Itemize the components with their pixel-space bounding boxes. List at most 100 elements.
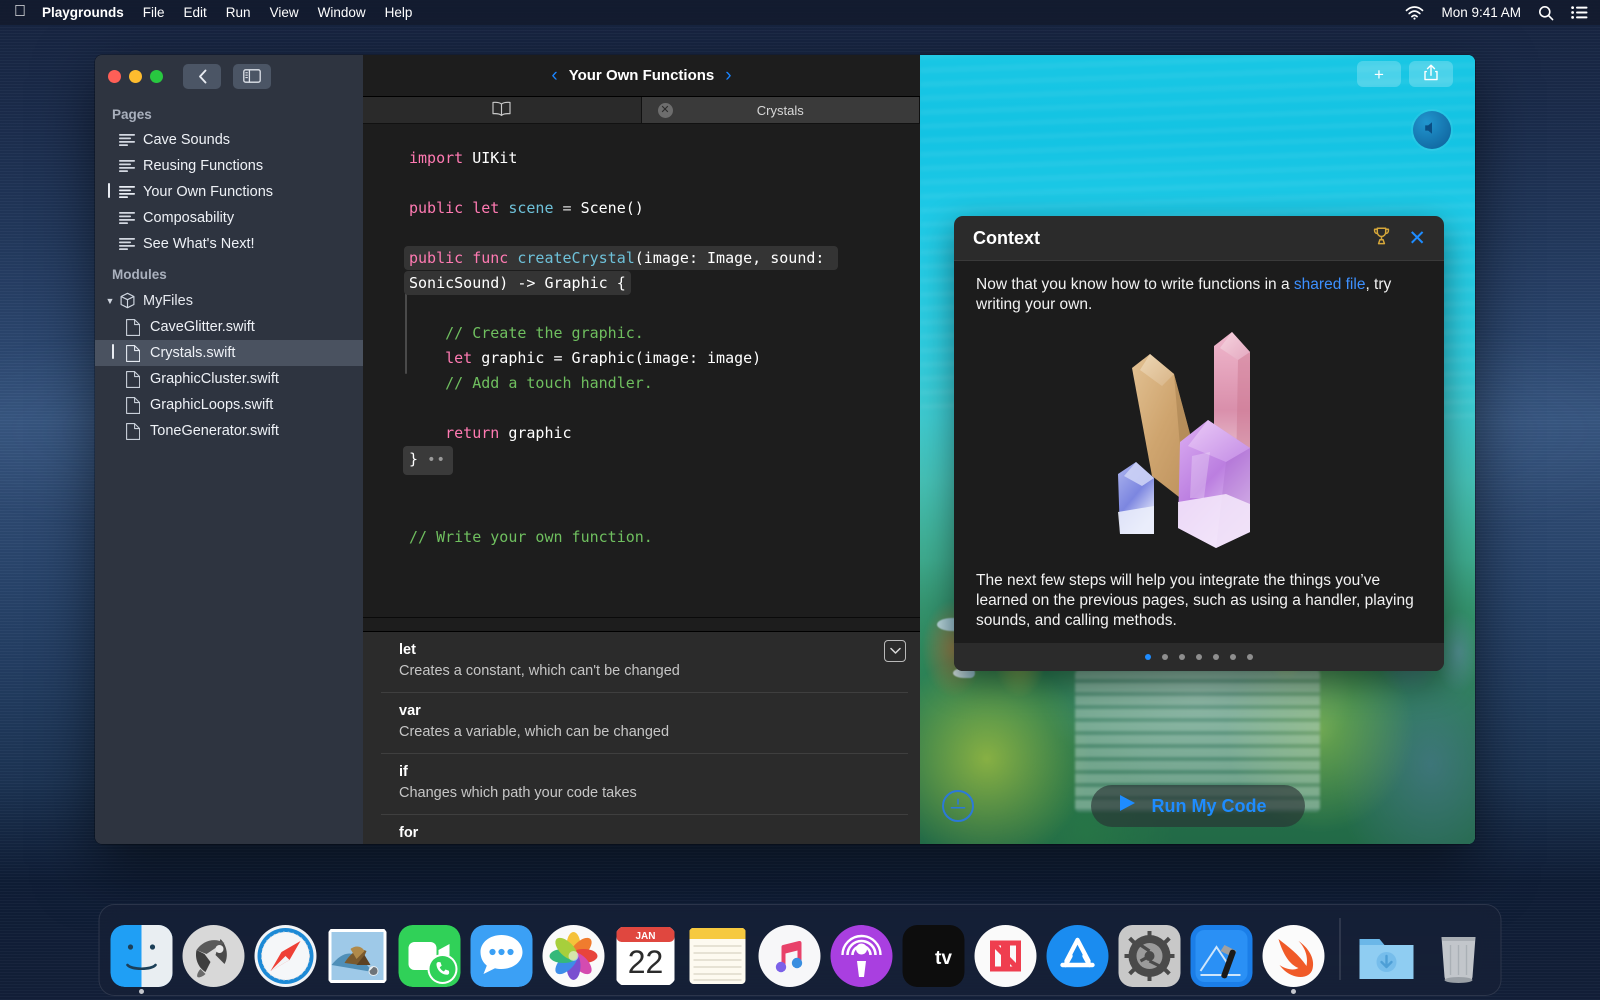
sidebar-page-cave-sounds[interactable]: Cave Sounds (95, 127, 363, 153)
dock-item-launchpad[interactable] (182, 923, 246, 987)
itunes-icon (759, 925, 821, 987)
dock-item-news[interactable] (974, 923, 1038, 987)
page-dot-5[interactable] (1213, 654, 1219, 660)
menu-item-view[interactable]: View (270, 5, 299, 20)
page-dot-2[interactable] (1162, 654, 1168, 660)
helper-collapse-button[interactable] (884, 640, 906, 662)
sidebar-toggle-button[interactable] (233, 64, 271, 89)
zoom-window-button[interactable] (150, 70, 163, 83)
editor-tab-bar: ✕ Crystals (363, 97, 920, 124)
svg-text::  (915, 945, 931, 969)
dock-item-itunes[interactable] (758, 923, 822, 987)
dock-item-app-store[interactable] (1046, 923, 1110, 987)
keyword-description: Changes which path your code takes (399, 783, 878, 804)
dock-item-podcasts[interactable] (830, 923, 894, 987)
sidebar-file-graphicloops[interactable]: GraphicLoops.swift (95, 392, 363, 418)
dock-item-downloads-folder[interactable] (1355, 923, 1419, 987)
speedometer-icon (949, 795, 967, 818)
playgrounds-window: Pages Cave Sounds Reusing Functions (95, 55, 1475, 844)
code-return-graphic: graphic (499, 424, 571, 442)
module-group-label: MyFiles (143, 293, 193, 309)
dock-item-swift-playgrounds[interactable] (1262, 923, 1326, 987)
keyword-list[interactable]: let Creates a constant, which can't be c… (363, 632, 920, 844)
sidebar-page-composability[interactable]: Composability (95, 205, 363, 231)
dock-item-trash[interactable] (1427, 923, 1491, 987)
code-kw-return: return (445, 424, 499, 442)
sidebar-page-label: Composability (143, 210, 234, 226)
chevron-right-icon[interactable]: › (725, 66, 731, 85)
keyword-item-for[interactable]: for Repeats code a given number of times (381, 815, 908, 844)
run-my-code-button[interactable]: Run My Code (1091, 785, 1305, 827)
trophy-icon[interactable] (1373, 227, 1390, 250)
helper-resize-grip[interactable] (363, 618, 920, 632)
dock-item-photos[interactable] (542, 923, 606, 987)
sidebar-file-graphiccluster[interactable]: GraphicCluster.swift (95, 366, 363, 392)
source-code[interactable]: import UIKit public let scene = Scene() … (363, 146, 920, 550)
menu-item-run[interactable]: Run (226, 5, 251, 20)
dock-item-safari[interactable] (254, 923, 318, 987)
sidebar-file-crystals[interactable]: Crystals.swift (95, 340, 363, 366)
keyword-item-var[interactable]: var Creates a variable, which can be cha… (381, 693, 908, 754)
share-button[interactable] (1409, 61, 1453, 87)
disclosure-triangle-icon[interactable]: ▼ (103, 296, 117, 306)
dock-item-notes[interactable] (686, 923, 750, 987)
keyword-description: Creates a constant, which can't be chang… (399, 661, 878, 682)
page-dot-4[interactable] (1196, 654, 1202, 660)
crystal-blue (1118, 462, 1154, 534)
share-icon (1424, 64, 1438, 84)
code-op-eq: = (563, 199, 572, 217)
wifi-icon[interactable] (1405, 6, 1424, 20)
tab-label: Crystals (757, 103, 804, 118)
spotlight-search-icon[interactable] (1538, 5, 1554, 21)
speed-gauge-button[interactable] (942, 790, 974, 822)
tab-crystals[interactable]: ✕ Crystals (642, 97, 921, 123)
sidebar-file-caveglitter[interactable]: CaveGlitter.swift (95, 314, 363, 340)
page-dot-6[interactable] (1230, 654, 1236, 660)
menu-item-help[interactable]: Help (385, 5, 413, 20)
menu-bar-clock[interactable]: Mon 9:41 AM (1441, 5, 1521, 20)
keyword-item-let[interactable]: let Creates a constant, which can't be c… (381, 632, 908, 693)
chevron-left-icon[interactable]: ‹ (551, 66, 557, 85)
module-group-myfiles[interactable]: ▼ MyFiles (95, 287, 363, 314)
tab-documentation[interactable] (363, 97, 642, 123)
sidebar-page-label: See What's Next! (143, 236, 255, 252)
editor-page-header: ‹ Your Own Functions › (363, 55, 920, 97)
close-window-button[interactable] (108, 70, 121, 83)
add-button[interactable]: + (1357, 61, 1401, 87)
audio-toggle-button[interactable] (1413, 111, 1451, 149)
menu-item-window[interactable]: Window (318, 5, 366, 20)
dock-item-apple-tv[interactable]:  tv (902, 923, 966, 987)
context-text-a: Now that you know how to write functions… (976, 276, 1294, 293)
page-title: Your Own Functions (569, 67, 715, 84)
menu-item-edit[interactable]: Edit (184, 5, 207, 20)
dock-item-xcode[interactable] (1190, 923, 1254, 987)
page-dot-7[interactable] (1247, 654, 1253, 660)
shared-file-link[interactable]: shared file (1294, 276, 1366, 293)
close-tab-icon[interactable]: ✕ (658, 103, 673, 118)
dock-item-messages[interactable] (470, 923, 534, 987)
sidebar-file-tonegenerator[interactable]: ToneGenerator.swift (95, 418, 363, 444)
dock-item-finder[interactable] (110, 923, 174, 987)
close-icon[interactable]: ✕ (1408, 228, 1426, 249)
back-button[interactable] (183, 64, 221, 89)
minimize-window-button[interactable] (129, 70, 142, 83)
keyword-item-if[interactable]: if Changes which path your code takes (381, 754, 908, 815)
dock-item-mail[interactable] (326, 923, 390, 987)
sidebar-page-reusing-functions[interactable]: Reusing Functions (95, 153, 363, 179)
sidebar-page-your-own-functions[interactable]: Your Own Functions (95, 179, 363, 205)
context-paragraph-top: Now that you know how to write functions… (976, 275, 1422, 315)
page-dot-3[interactable] (1179, 654, 1185, 660)
menu-item-file[interactable]: File (143, 5, 165, 20)
menu-item-playgrounds[interactable]: Playgrounds (42, 5, 124, 20)
dock-item-facetime[interactable] (398, 923, 462, 987)
dock-item-calendar[interactable]: JAN 22 (614, 923, 678, 987)
control-center-icon[interactable] (1571, 6, 1588, 19)
code-fold-brace[interactable]: } •• (403, 446, 453, 475)
sidebar-file-label: CaveGlitter.swift (150, 319, 255, 335)
sidebar-page-label: Reusing Functions (143, 158, 263, 174)
dock-item-system-preferences[interactable] (1118, 923, 1182, 987)
page-dot-1[interactable] (1145, 654, 1151, 660)
apple-menu-icon[interactable]:  (14, 4, 26, 20)
sidebar-page-see-whats-next[interactable]: See What's Next! (95, 231, 363, 257)
keyword-helper-panel: let Creates a constant, which can't be c… (363, 617, 920, 844)
